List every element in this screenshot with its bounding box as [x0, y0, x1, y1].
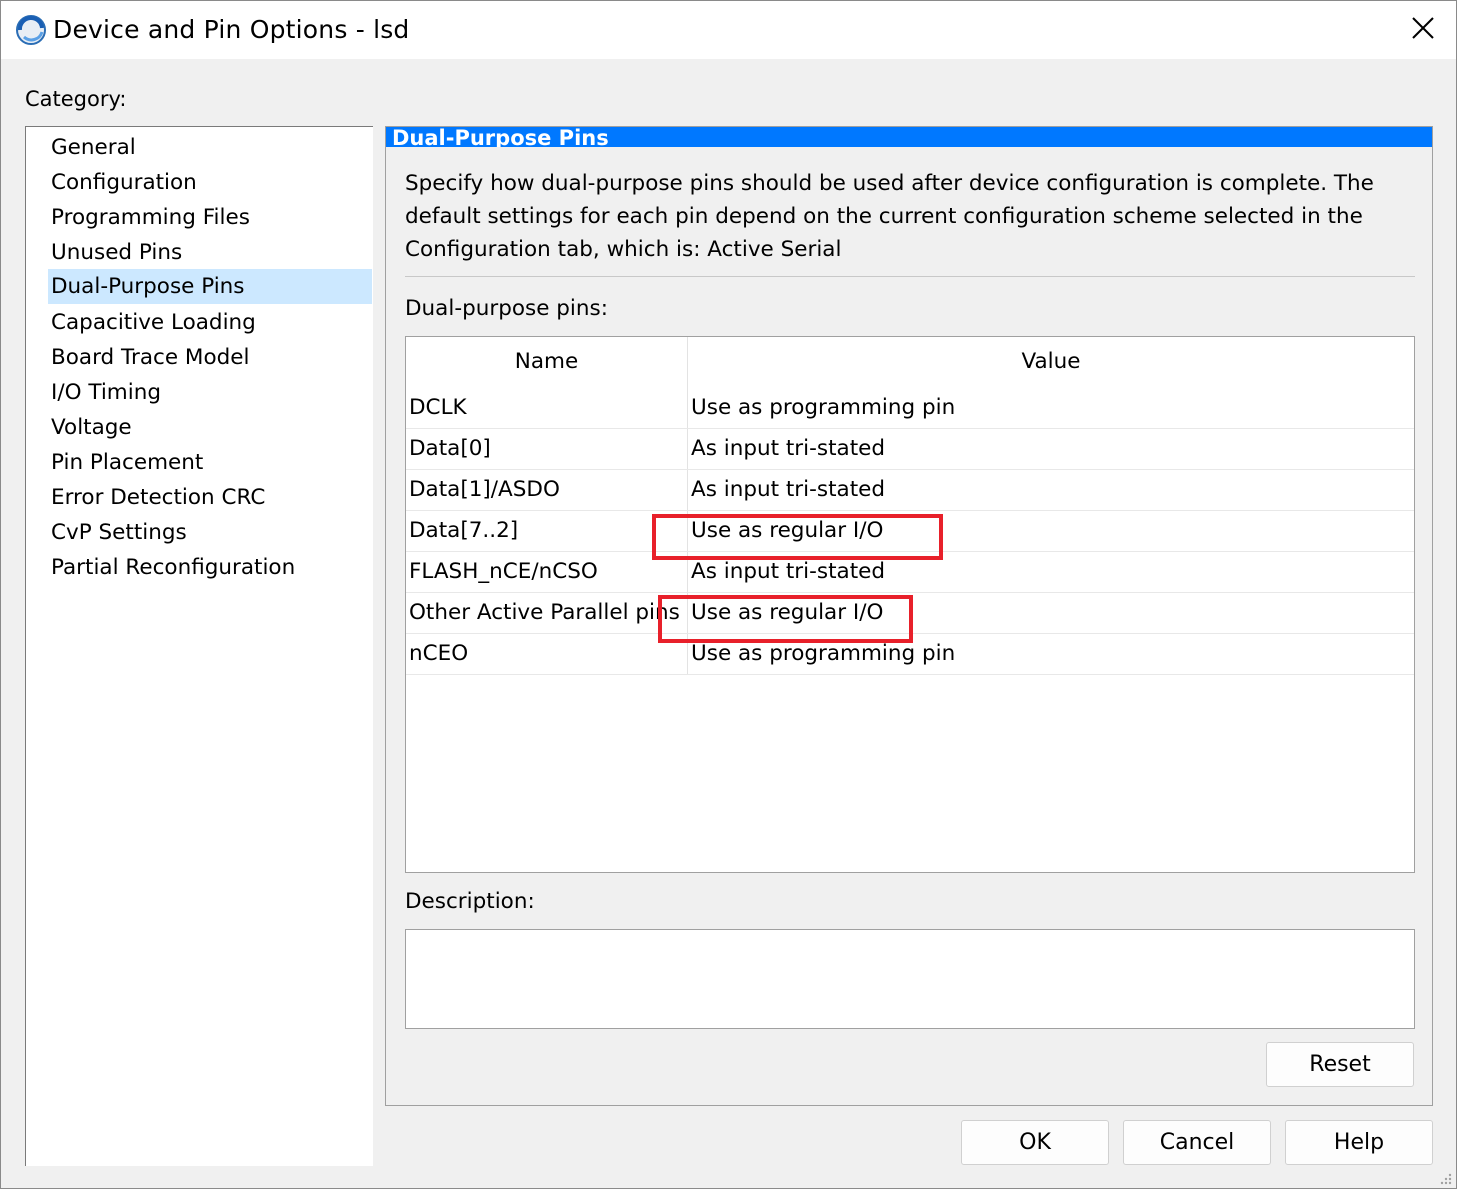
category-item-unused-pins[interactable]: Unused Pins	[48, 235, 372, 270]
help-button[interactable]: Help	[1285, 1120, 1433, 1165]
description-box	[405, 929, 1415, 1029]
cancel-button[interactable]: Cancel	[1123, 1120, 1271, 1165]
category-item-cvp-settings[interactable]: CvP Settings	[48, 515, 372, 550]
pin-name-cell: DCLK	[409, 395, 467, 420]
category-item-voltage[interactable]: Voltage	[48, 410, 372, 445]
pin-name-cell: nCEO	[409, 641, 469, 666]
pin-value-cell[interactable]: As input tri-stated	[691, 429, 1391, 469]
resize-grip-icon[interactable]	[1439, 1171, 1453, 1185]
table-row[interactable]: Data[7..2] Use as regular I/O	[406, 511, 1414, 552]
title-bar[interactable]: Device and Pin Options - lsd	[1, 1, 1456, 59]
category-item-capacitive-loading[interactable]: Capacitive Loading	[48, 305, 372, 340]
category-item-dual-purpose-pins[interactable]: Dual-Purpose Pins	[48, 269, 372, 304]
pin-value-cell[interactable]: Use as regular I/O	[691, 593, 1391, 633]
dialog-window: Device and Pin Options - lsd Category: G…	[0, 0, 1457, 1189]
description-line: Configuration tab, which is: Active Seri…	[405, 237, 842, 262]
table-row[interactable]: Data[1]/ASDO As input tri-stated	[406, 470, 1414, 511]
pin-value-cell[interactable]: Use as programming pin	[691, 634, 1391, 674]
category-item-pin-placement[interactable]: Pin Placement	[48, 445, 372, 480]
close-icon	[1412, 17, 1434, 43]
panel-description: Specify how dual-purpose pins should be …	[405, 167, 1415, 266]
window-title: Device and Pin Options - lsd	[53, 15, 410, 44]
category-item-configuration[interactable]: Configuration	[48, 165, 372, 200]
panel-header: Dual-Purpose Pins	[386, 127, 1432, 147]
category-list: General Configuration Programming Files …	[25, 126, 373, 1166]
table-row[interactable]: nCEO Use as programming pin	[406, 634, 1414, 675]
settings-panel: Dual-Purpose Pins Specify how dual-purpo…	[385, 126, 1433, 1106]
pin-value-cell[interactable]: Use as regular I/O	[691, 511, 1391, 551]
table-row[interactable]: Other Active Parallel pins Use as regula…	[406, 593, 1414, 634]
pin-value-cell[interactable]: As input tri-stated	[691, 552, 1391, 592]
column-header-value[interactable]: Value	[688, 347, 1414, 377]
table-row[interactable]: Data[0] As input tri-stated	[406, 429, 1414, 470]
separator	[405, 276, 1415, 277]
pin-name-cell: Data[0]	[409, 436, 491, 461]
category-item-programming-files[interactable]: Programming Files	[48, 200, 372, 235]
column-header-name[interactable]: Name	[406, 347, 687, 377]
pins-table[interactable]: Name Value DCLK Use as programming pin D…	[405, 336, 1415, 873]
pin-value-cell[interactable]: Use as programming pin	[691, 388, 1391, 428]
pins-label: Dual-purpose pins:	[405, 296, 608, 321]
close-button[interactable]	[1391, 1, 1455, 59]
description-line: Specify how dual-purpose pins should be …	[405, 171, 1374, 196]
table-row[interactable]: FLASH_nCE/nCSO As input tri-stated	[406, 552, 1414, 593]
ok-button[interactable]: OK	[961, 1120, 1109, 1165]
description-line: default settings for each pin depend on …	[405, 204, 1363, 229]
pin-name-cell: Data[7..2]	[409, 518, 519, 543]
pin-name-cell: Other Active Parallel pins	[409, 600, 680, 625]
app-logo-icon	[15, 14, 47, 46]
description-label: Description:	[405, 889, 535, 914]
category-item-io-timing[interactable]: I/O Timing	[48, 375, 372, 410]
category-label: Category:	[25, 87, 127, 111]
pin-name-cell: Data[1]/ASDO	[409, 477, 560, 502]
reset-button[interactable]: Reset	[1266, 1042, 1414, 1087]
category-item-partial-reconfiguration[interactable]: Partial Reconfiguration	[48, 550, 372, 585]
category-item-board-trace-model[interactable]: Board Trace Model	[48, 340, 372, 375]
pin-value-cell[interactable]: As input tri-stated	[691, 470, 1391, 510]
category-item-error-detection-crc[interactable]: Error Detection CRC	[48, 480, 372, 515]
pin-name-cell: FLASH_nCE/nCSO	[409, 559, 598, 584]
category-item-general[interactable]: General	[48, 130, 372, 165]
table-row[interactable]: DCLK Use as programming pin	[406, 388, 1414, 429]
